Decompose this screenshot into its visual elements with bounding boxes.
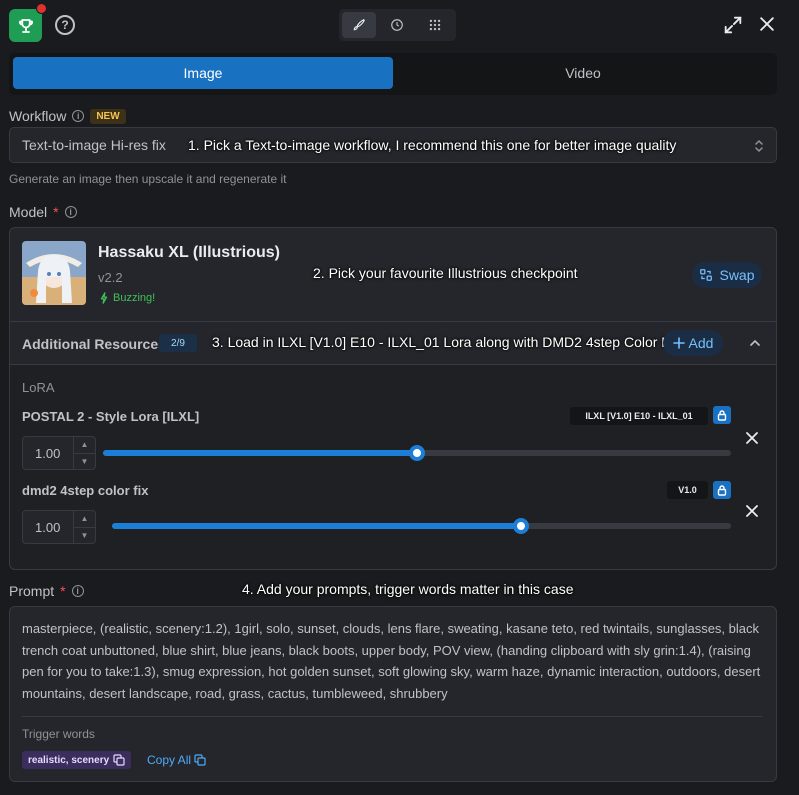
workflow-helper: Generate an image then upscale it and re… — [9, 172, 287, 186]
generator-toolbar — [339, 9, 456, 41]
copy-icon — [194, 754, 206, 766]
lora-version-chip: ILXL [V1.0] E10 - ILXL_01 — [570, 407, 708, 425]
info-icon[interactable]: i — [71, 585, 84, 597]
copy-all-label: Copy All — [147, 753, 192, 767]
notification-dot — [36, 3, 47, 14]
lora-panel — [10, 365, 776, 569]
prompt-label: Prompt * i — [9, 583, 84, 599]
stepper-controls: ▲ ▼ — [73, 437, 95, 469]
model-name[interactable]: Hassaku XL (Illustrious) — [98, 244, 280, 262]
remove-lora-button[interactable] — [744, 503, 760, 524]
trophy-button[interactable] — [9, 9, 42, 42]
panel-divider — [10, 364, 776, 365]
workflow-label: Workflow i NEW — [9, 108, 126, 124]
chevron-updown-icon — [755, 139, 763, 153]
copy-icon[interactable] — [113, 754, 125, 766]
slider-fill — [103, 450, 417, 456]
info-icon[interactable]: i — [72, 110, 85, 122]
close-button[interactable] — [757, 14, 777, 34]
decrement-icon[interactable]: ▼ — [74, 528, 95, 544]
lora-strength-value[interactable]: 1.00 — [23, 446, 73, 461]
workflow-label-text: Workflow — [9, 108, 67, 124]
lora-lock-button[interactable] — [713, 481, 731, 499]
lora-strength-value[interactable]: 1.00 — [23, 520, 73, 535]
prompt-text[interactable]: masterpiece, (realistic, scenery:1.2), 1… — [22, 618, 762, 704]
prompt-label-text: Prompt — [9, 583, 55, 599]
lock-icon — [717, 409, 727, 421]
remove-lora-button[interactable] — [744, 430, 760, 451]
increment-icon[interactable]: ▲ — [74, 437, 95, 454]
slider-handle[interactable] — [512, 518, 529, 534]
clock-icon — [391, 19, 403, 31]
required-mark: * — [53, 204, 59, 220]
prompt-divider — [22, 716, 762, 717]
buzz-status: Buzzing! — [99, 292, 155, 304]
expand-icon — [724, 16, 742, 34]
model-label-text: Model — [9, 204, 48, 220]
additional-resources-label[interactable]: Additional Resources — [22, 336, 166, 352]
lora-strength-slider[interactable] — [112, 518, 731, 534]
chevron-up-icon — [750, 339, 760, 346]
lora-name[interactable]: dmd2 4step color fix — [22, 483, 148, 498]
annotation-step1: 1. Pick a Text-to-image workflow, I reco… — [188, 137, 677, 153]
tab-image[interactable]: Image — [13, 57, 393, 89]
trigger-word-chip[interactable]: realistic, scenery — [22, 751, 132, 769]
trigger-word-text: realistic, scenery — [28, 754, 110, 766]
model-label: Model * i — [9, 204, 77, 220]
collapse-button[interactable] — [748, 336, 762, 355]
grid-icon — [429, 19, 441, 31]
close-icon — [746, 432, 758, 444]
swap-label: Swap — [719, 267, 755, 283]
help-icon[interactable]: ? — [55, 15, 75, 35]
plus-icon — [672, 337, 685, 349]
expand-button[interactable] — [722, 14, 744, 36]
increment-icon[interactable]: ▲ — [74, 511, 95, 528]
info-icon[interactable]: i — [64, 206, 77, 218]
model-version: v2.2 — [98, 270, 123, 285]
trigger-words-label: Trigger words — [22, 727, 95, 741]
lora-section-label: LoRA — [22, 380, 55, 395]
brush-tab[interactable] — [342, 12, 376, 38]
lora-name[interactable]: POSTAL 2 - Style Lora [ILXL] — [22, 409, 199, 424]
annotation-step4: 4. Add your prompts, trigger words matte… — [242, 581, 574, 597]
resource-count-badge: 2/9 — [159, 334, 197, 352]
slider-handle[interactable] — [409, 445, 425, 461]
model-thumbnail[interactable] — [22, 241, 86, 305]
close-icon — [746, 505, 758, 517]
new-badge: NEW — [90, 108, 126, 124]
decrement-icon[interactable]: ▼ — [74, 454, 95, 470]
lock-icon — [717, 484, 727, 496]
queue-tab[interactable] — [380, 12, 414, 38]
add-resource-button[interactable]: Add — [663, 330, 723, 356]
card-divider — [10, 321, 776, 322]
lora-strength-stepper[interactable]: 1.00 ▲ ▼ — [22, 436, 96, 470]
annotation-step3: 3. Load in ILXL [V1.0] E10 - ILXL_01 Lor… — [212, 334, 680, 350]
bolt-icon — [100, 292, 108, 304]
add-label: Add — [688, 335, 714, 351]
required-mark: * — [60, 583, 66, 599]
media-type-tabs: Image Video — [9, 53, 777, 95]
workflow-selected-value: Text-to-image Hi-res fix — [22, 137, 166, 153]
lora-strength-stepper[interactable]: 1.00 ▲ ▼ — [22, 510, 96, 544]
stepper-controls: ▲ ▼ — [73, 511, 95, 543]
brush-icon — [353, 19, 365, 31]
lora-strength-slider[interactable] — [103, 445, 731, 461]
swap-button[interactable]: Swap — [692, 262, 762, 288]
close-icon — [760, 17, 774, 31]
slider-fill — [112, 523, 521, 529]
copy-all-button[interactable]: Copy All — [147, 753, 206, 767]
buzz-status-text: Buzzing! — [113, 292, 156, 304]
lora-lock-button[interactable] — [713, 406, 731, 424]
swap-icon — [700, 269, 713, 281]
annotation-step2: 2. Pick your favourite Illustrious check… — [313, 265, 578, 281]
tab-video[interactable]: Video — [393, 57, 773, 89]
feed-tab[interactable] — [418, 12, 452, 38]
trophy-icon — [18, 18, 33, 33]
lora-version-chip: V1.0 — [667, 481, 708, 499]
